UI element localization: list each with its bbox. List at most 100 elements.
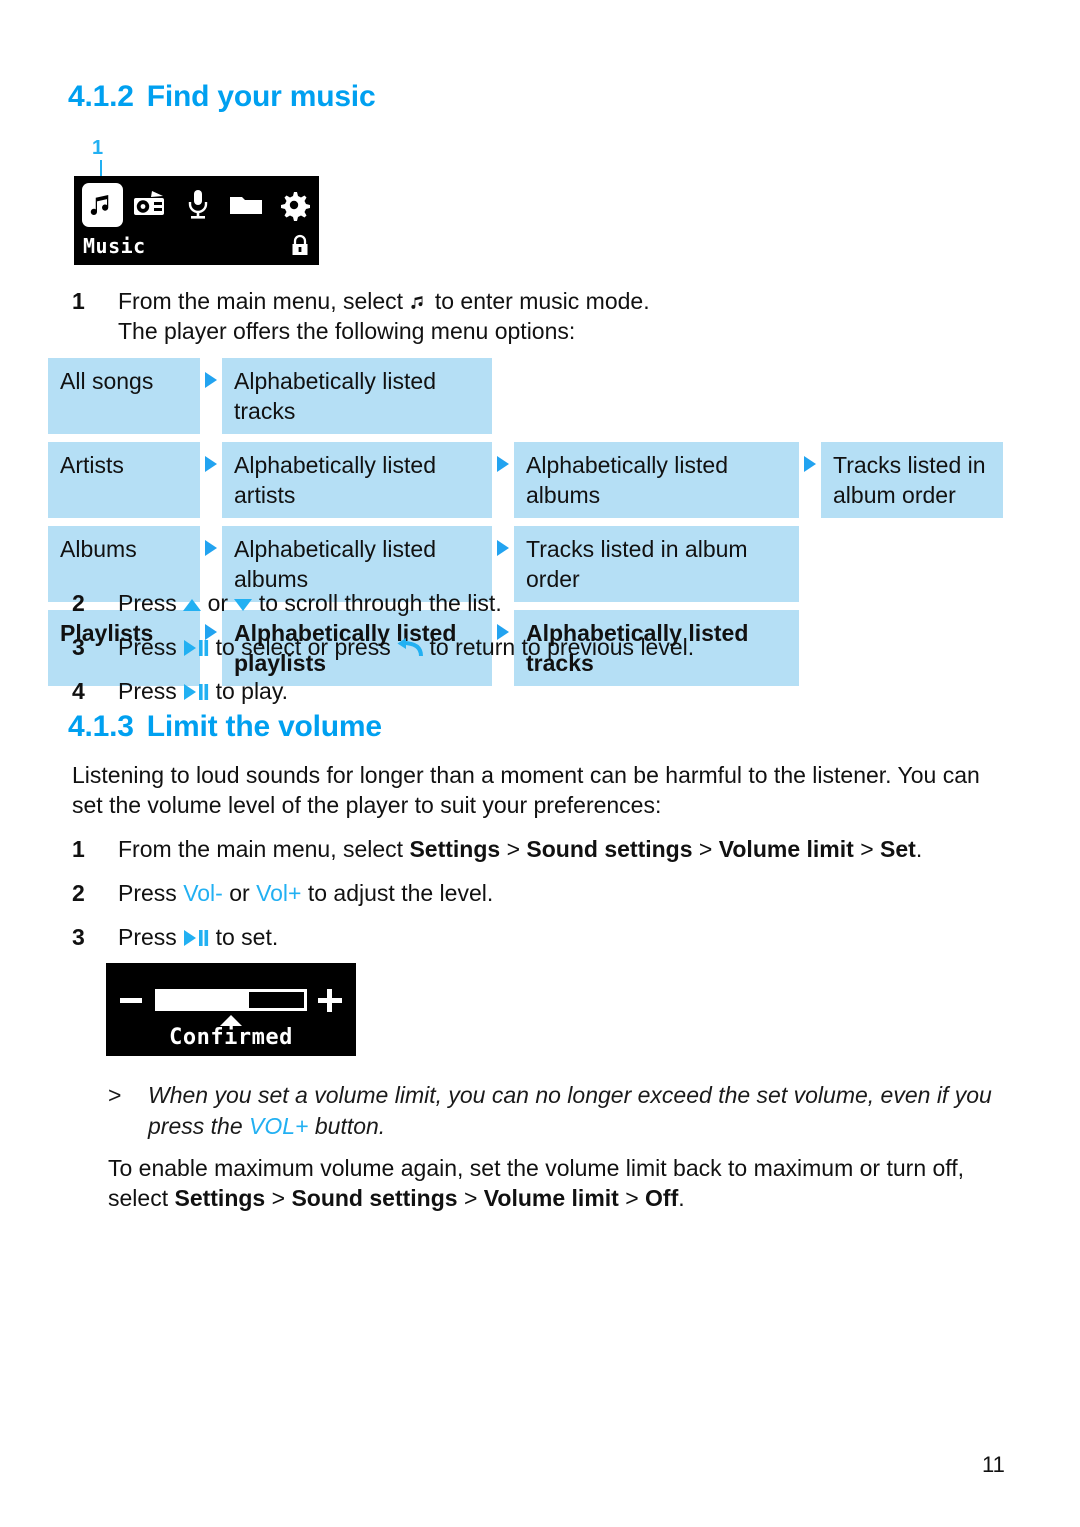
step-text-after: to adjust the level. (307, 880, 494, 906)
callout-number-1: 1 (92, 137, 104, 159)
table-cell-level4: Tracks listed in album order (821, 442, 1003, 518)
play-pause-icon (183, 678, 209, 700)
lock-icon (290, 234, 310, 262)
manual-page: 4.1.2 Find your music 1 Music 1 From the… (0, 0, 1080, 1527)
volume-bar[interactable] (155, 989, 307, 1011)
note-line-2-tail: button. (314, 1113, 386, 1139)
step-text: From the main menu, select (118, 836, 404, 862)
intro-line-1: Listening to loud sounds for longer than… (72, 762, 980, 788)
limit-volume-closing: To enable maximum volume again, set the … (108, 1153, 1028, 1213)
note-highlight: VOL+ (249, 1113, 309, 1139)
volume-bar-fill (158, 992, 249, 1008)
step-number: 3 (72, 634, 85, 660)
back-arrow-icon (397, 635, 424, 657)
step-number: 4 (72, 678, 85, 704)
step-number: 2 (72, 880, 85, 906)
step-text: From the main menu, select (118, 288, 404, 314)
step-text-after: to set. (215, 924, 279, 950)
step-number: 3 (72, 924, 85, 950)
menu-path-sep: > (698, 836, 713, 862)
arrow-right-icon (492, 442, 514, 518)
table-cell-level2: Alphabetically listed tracks (222, 358, 492, 434)
step-number: 2 (72, 590, 85, 616)
limit-volume-intro: Listening to loud sounds for longer than… (72, 760, 1012, 820)
menu-path-sep: > (271, 1185, 286, 1211)
closing-period: . (678, 1185, 685, 1211)
table-cell-level3: Alphabetically listed albums (514, 442, 799, 518)
vol-down-label: Vol- (183, 880, 223, 906)
section-heading-limit-volume: 4.1.3 Limit the volume (68, 710, 382, 744)
volume-note: > When you set a volume limit, you can n… (108, 1080, 1018, 1142)
menu-path-sound-settings: Sound settings (526, 836, 693, 862)
step-text-line2: The player offers the following menu opt… (118, 318, 576, 344)
find-music-step-1: 1 From the main menu, select to enter mu… (72, 286, 972, 346)
radio-icon[interactable] (130, 183, 171, 227)
table-row: All songs Alphabetically listed tracks (48, 358, 1033, 434)
plus-icon-vertical (327, 989, 332, 1012)
find-music-step-3: 3 Press to select or press to return to … (72, 632, 992, 662)
step-number: 1 (72, 836, 85, 862)
table-cell-key: Artists (48, 442, 200, 518)
arrow-down-icon (234, 599, 253, 611)
arrow-right-icon (200, 358, 222, 434)
closing-line-1: To enable maximum volume again, set the … (108, 1155, 965, 1181)
limit-volume-step-1: 1 From the main menu, select Settings > … (72, 834, 1012, 864)
menu-path-settings: Settings (174, 1185, 266, 1211)
note-marker: > (108, 1082, 122, 1108)
closing-lead: select (108, 1185, 169, 1211)
device-screen-main-menu: Music (74, 176, 319, 265)
menu-path-settings: Settings (409, 836, 501, 862)
section-number: 4.1.2 (68, 80, 134, 113)
step-text-after: to scroll through the list. (258, 590, 502, 616)
limit-volume-step-3: 3 Press to set. (72, 922, 972, 952)
step-text: Press (118, 880, 177, 906)
menu-path-set: Set (880, 836, 916, 862)
page-number: 11 (982, 1452, 1005, 1477)
play-pause-icon (183, 634, 209, 656)
section-title: Find your music (146, 80, 376, 113)
menu-path-off: Off (645, 1185, 679, 1211)
section-number: 4.1.3 (68, 710, 134, 743)
step-text-mid: or (229, 880, 250, 906)
arrow-right-icon (799, 442, 821, 518)
arrow-up-icon (183, 599, 202, 611)
section-heading-find-music: 4.1.2 Find your music (68, 80, 376, 114)
music-note-icon-inline (409, 289, 428, 309)
section-title: Limit the volume (146, 710, 382, 743)
device-screen-volume-confirmed: Confirmed (106, 963, 356, 1056)
step-text-mid: to select or press (215, 634, 391, 660)
device-mode-label: Music (83, 234, 146, 258)
play-pause-icon (183, 924, 209, 946)
minus-icon (120, 998, 142, 1003)
menu-path-sep: > (506, 836, 521, 862)
intro-line-2: set the volume level of the player to su… (72, 792, 662, 818)
limit-volume-step-2: 2 Press Vol- or Vol+ to adjust the level… (72, 878, 972, 908)
menu-path-sep: > (463, 1185, 478, 1211)
table-cell-key: All songs (48, 358, 200, 434)
menu-path-sound-settings: Sound settings (291, 1185, 458, 1211)
microphone-icon[interactable] (178, 183, 219, 227)
table-row: Artists Alphabetically listed artists Al… (48, 442, 1033, 518)
step-text-after: to enter music mode. (434, 288, 650, 314)
step-text-after: to play. (215, 678, 289, 704)
find-music-step-4: 4 Press to play. (72, 676, 972, 706)
step-text: Press (118, 634, 177, 660)
vol-up-label: Vol+ (256, 880, 302, 906)
step-number: 1 (72, 288, 85, 314)
step-text-after: to return to previous level. (429, 634, 695, 660)
volume-status-label: Confirmed (169, 1025, 293, 1050)
menu-path-sep: > (625, 1185, 639, 1211)
menu-path-sep: > (860, 836, 874, 862)
step-text: Press (118, 678, 177, 704)
music-note-icon[interactable] (82, 183, 123, 227)
step-text: Press (118, 924, 177, 950)
gear-icon[interactable] (273, 183, 314, 227)
step-text: Press (118, 590, 177, 616)
table-cell-level2: Alphabetically listed artists (222, 442, 492, 518)
step-text-mid: or (207, 590, 229, 616)
menu-path-volume-limit: Volume limit (483, 1185, 619, 1211)
find-music-step-2: 2 Press or to scroll through the list. (72, 588, 972, 618)
arrow-right-icon (200, 442, 222, 518)
menu-path-volume-limit: Volume limit (718, 836, 854, 862)
folder-icon[interactable] (225, 183, 266, 227)
